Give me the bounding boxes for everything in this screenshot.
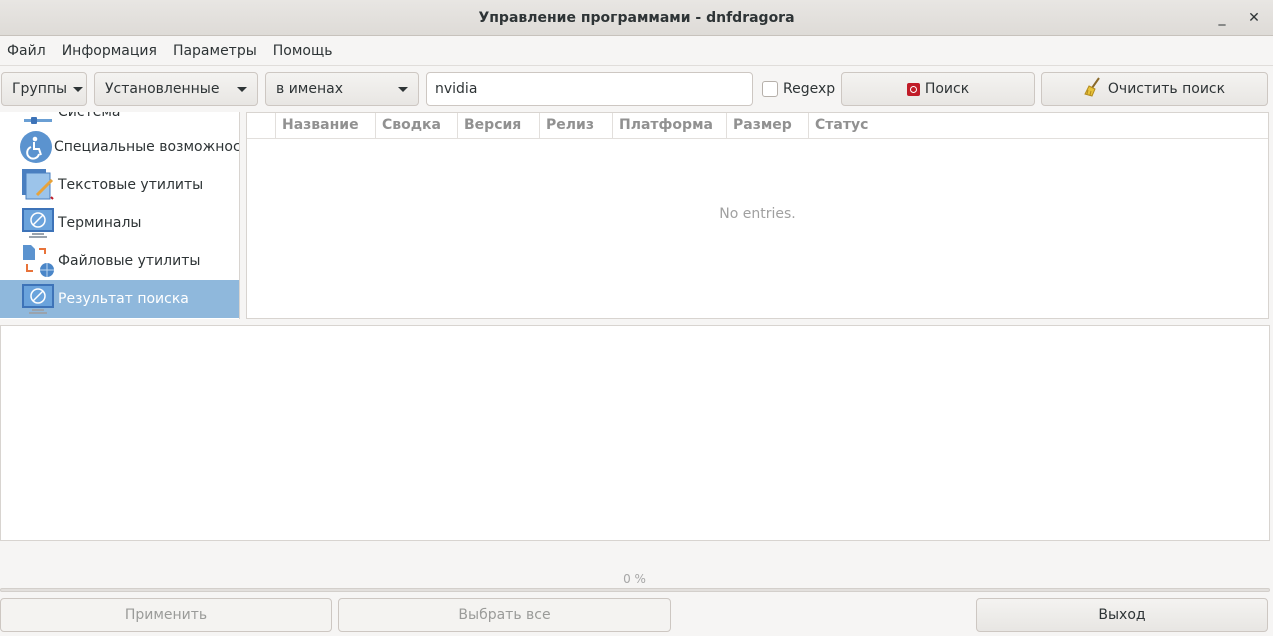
category-label: Специальные возможности	[54, 139, 240, 155]
toolbar: Группы Установленные в именах Regexp Пои…	[0, 66, 1273, 112]
column-header-status[interactable]: Статус	[808, 113, 908, 139]
category-label: Файловые утилиты	[58, 253, 201, 269]
progress-area: 0 %	[0, 570, 1273, 592]
package-table: Название Сводка Версия Релиз Платформа Р…	[246, 112, 1269, 319]
text-editor-icon	[19, 166, 57, 204]
close-button[interactable]: ✕	[1244, 8, 1264, 28]
groups-dropdown[interactable]: Группы	[1, 72, 87, 106]
search-button-label: Поиск	[924, 81, 970, 97]
select-all-button[interactable]: Выбрать все	[338, 598, 671, 632]
chevron-down-icon	[73, 86, 84, 92]
minimize-button[interactable]: _	[1212, 8, 1232, 28]
column-header-summary[interactable]: Сводка	[375, 113, 457, 139]
progress-label: 0 %	[623, 572, 646, 586]
column-header-platform[interactable]: Платформа	[612, 113, 726, 139]
broom-icon	[1084, 77, 1102, 101]
search-input[interactable]	[426, 72, 753, 106]
chevron-down-icon	[398, 87, 408, 92]
chevron-down-icon	[237, 87, 247, 92]
empty-table-message: No entries.	[719, 206, 796, 222]
category-item-search-results[interactable]: Результат поиска	[0, 280, 239, 318]
column-header-version[interactable]: Версия	[457, 113, 539, 139]
search-results-icon	[19, 280, 57, 318]
category-tree: Система Специальные возможности Текстовы…	[0, 112, 240, 319]
menu-information[interactable]: Информация	[54, 36, 165, 66]
category-item-terminals[interactable]: Терминалы	[0, 204, 239, 242]
regexp-label: Regexp	[783, 81, 836, 97]
category-item-accessibility[interactable]: Специальные возможности	[0, 128, 240, 166]
search-button[interactable]: Поиск	[841, 72, 1035, 106]
column-header-size[interactable]: Размер	[726, 113, 808, 139]
search-scope-combo[interactable]: в именах	[265, 72, 419, 106]
category-label: Текстовые утилиты	[58, 177, 204, 193]
regexp-toggle[interactable]: Regexp	[762, 72, 835, 106]
exit-button[interactable]: Выход	[976, 598, 1268, 632]
category-item-file-utilities[interactable]: Файловые утилиты	[0, 242, 239, 280]
table-header: Название Сводка Версия Релиз Платформа Р…	[247, 113, 1268, 139]
package-filter-combo[interactable]: Установленные	[94, 72, 258, 106]
groups-dropdown-label: Группы	[12, 81, 68, 97]
menu-bar: Файл Информация Параметры Помощь	[0, 36, 1273, 66]
menu-help[interactable]: Помощь	[265, 36, 341, 66]
apply-button[interactable]: Применить	[0, 598, 332, 632]
menu-file[interactable]: Файл	[0, 36, 54, 66]
progress-bar	[0, 588, 1270, 592]
category-label: Терминалы	[58, 215, 142, 231]
clear-search-label: Очистить поиск	[1107, 81, 1226, 97]
file-utilities-icon	[19, 242, 57, 280]
title-bar: Управление программами - dnfdragora _ ✕	[0, 0, 1273, 36]
package-filter-value: Установленные	[105, 81, 220, 97]
clear-search-button[interactable]: Очистить поиск	[1041, 72, 1268, 106]
package-info-pane	[0, 325, 1270, 541]
search-scope-value: в именах	[276, 81, 343, 97]
column-header-name[interactable]: Название	[275, 113, 375, 139]
column-header-release[interactable]: Релиз	[539, 113, 612, 139]
accessibility-icon	[19, 128, 53, 166]
regexp-checkbox[interactable]	[762, 81, 778, 97]
category-label: Результат поиска	[58, 291, 189, 307]
menu-settings[interactable]: Параметры	[165, 36, 265, 66]
terminal-icon	[19, 204, 57, 242]
search-icon	[906, 82, 920, 96]
window-title: Управление программами - dnfdragora	[478, 9, 795, 26]
category-label: Система	[58, 112, 121, 120]
category-item-text-utilities[interactable]: Текстовые утилиты	[0, 166, 239, 204]
